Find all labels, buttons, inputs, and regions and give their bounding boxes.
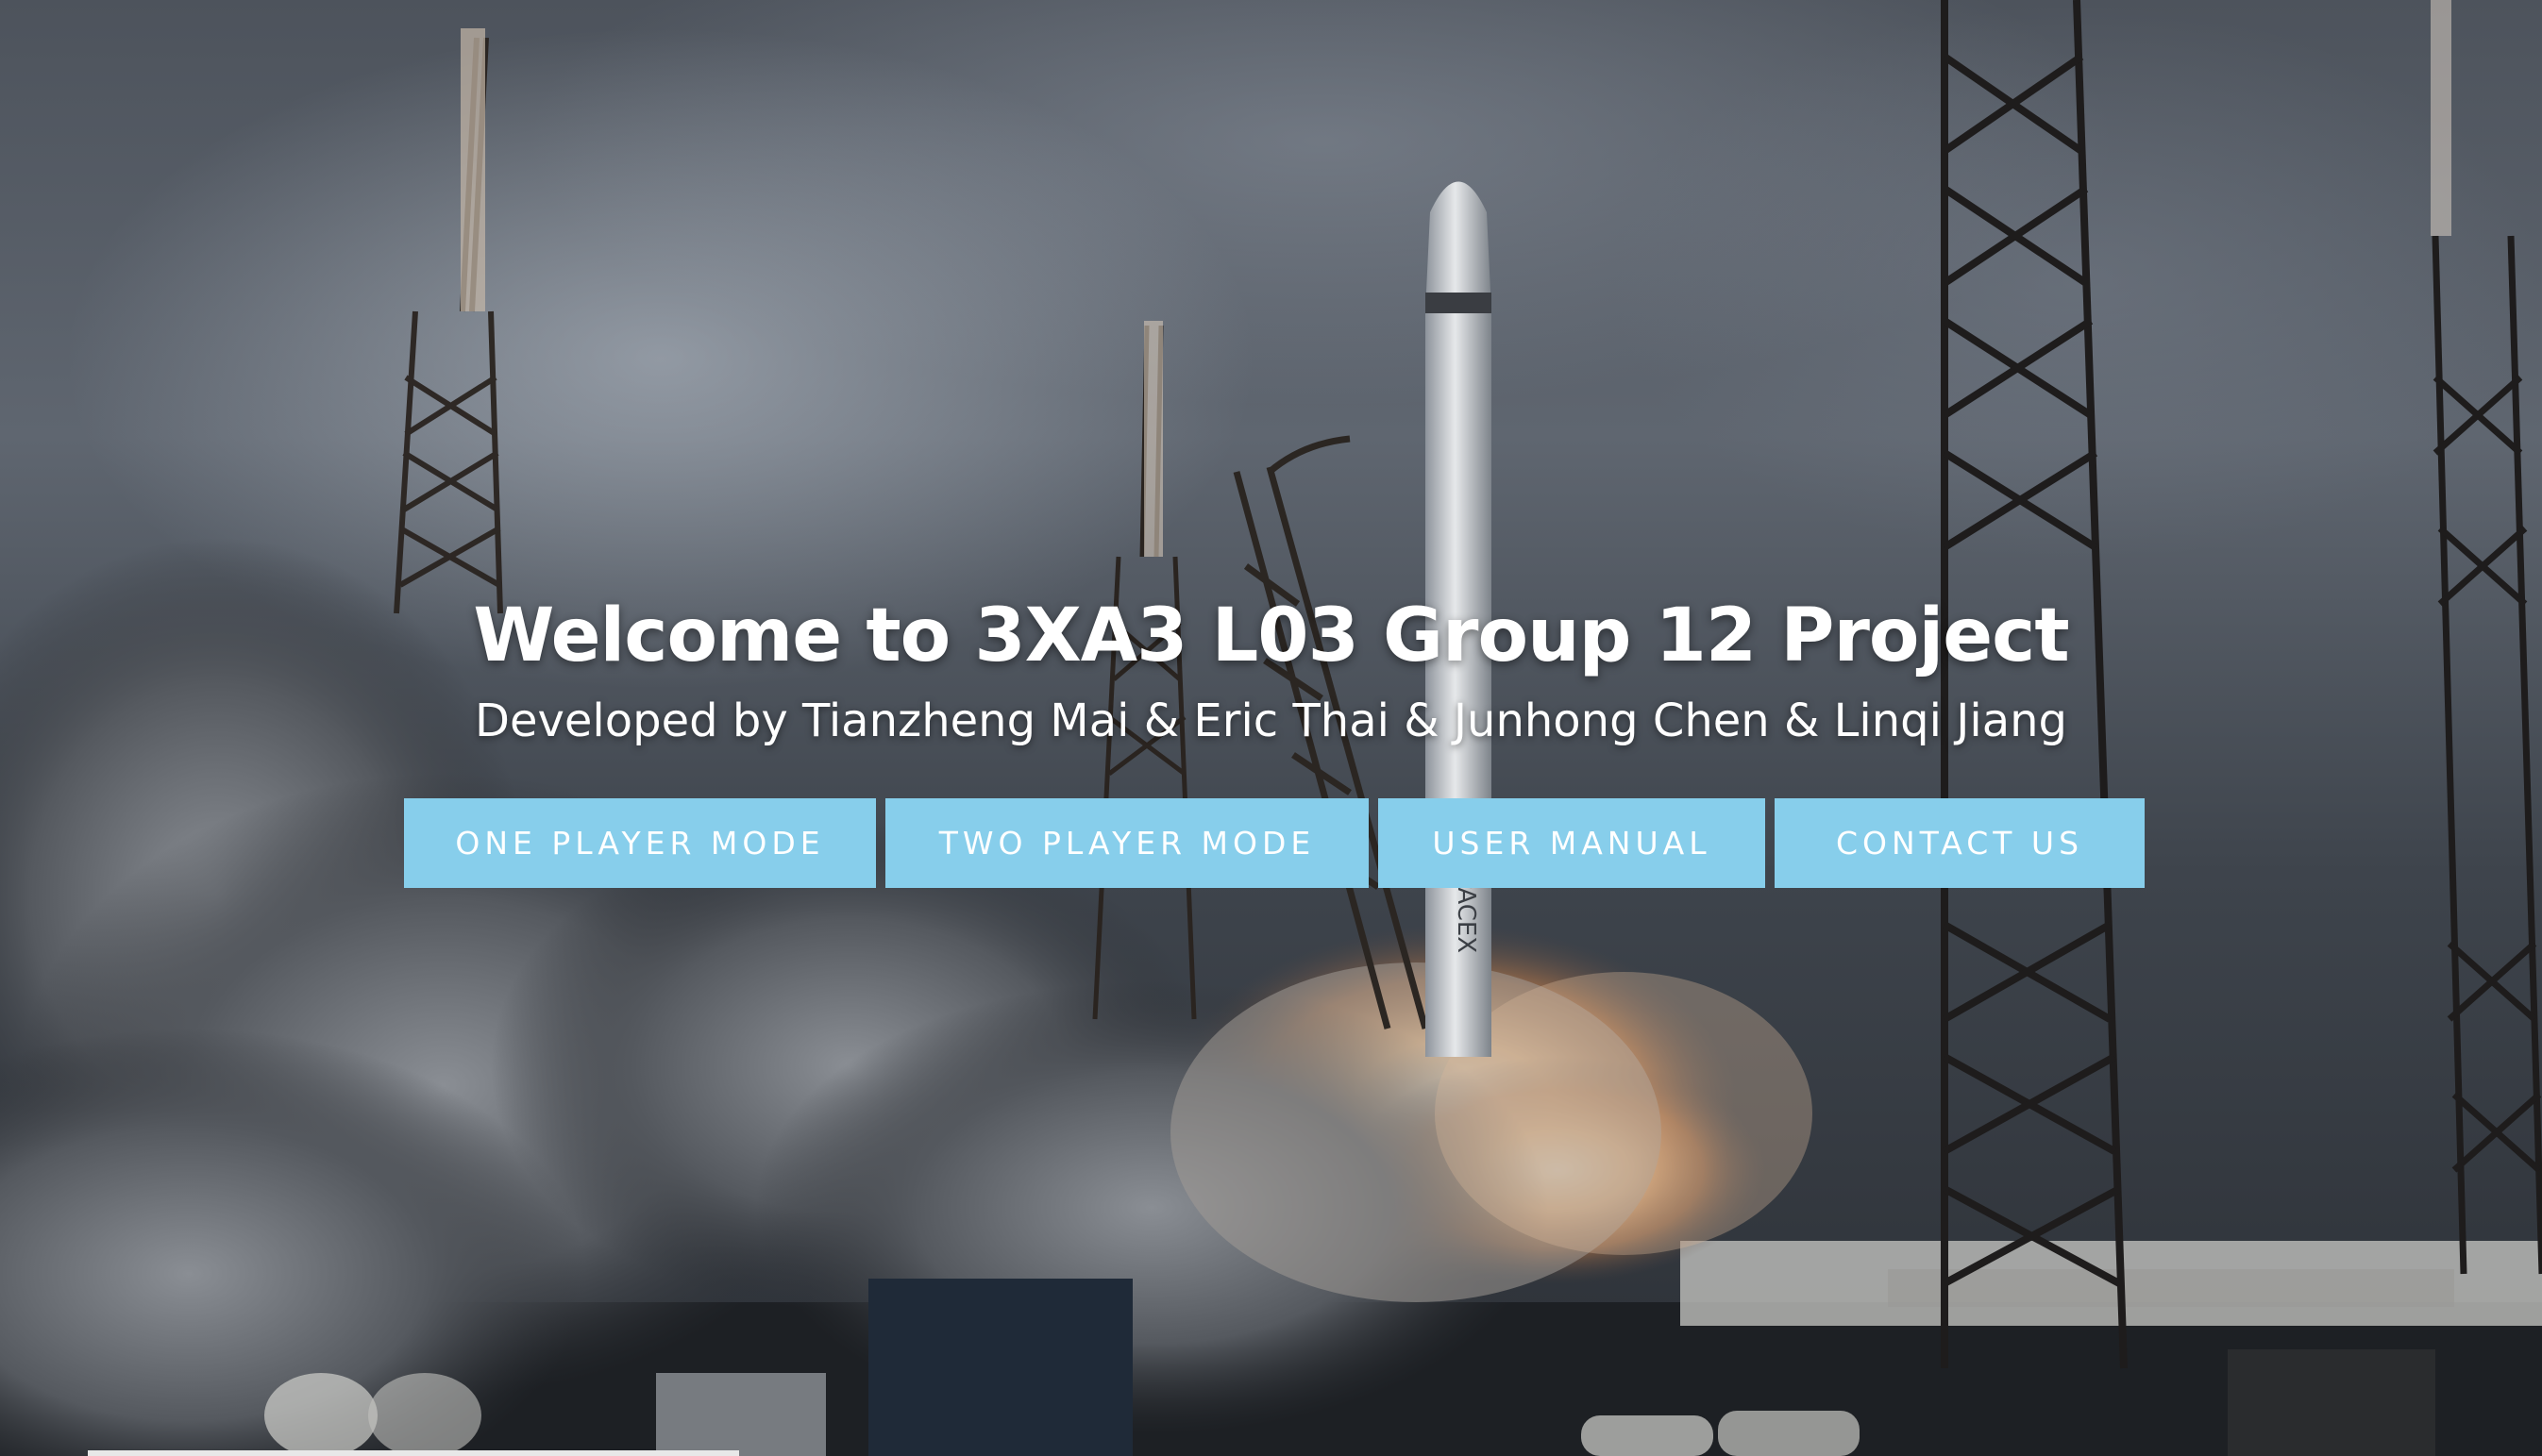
hero-section: Welcome to 3XA3 L03 Group 12 Project Dev… (0, 593, 2542, 749)
scroll-indicator (88, 1450, 739, 1456)
one-player-mode-button[interactable]: ONE PLAYER MODE (404, 798, 876, 888)
page-subtitle: Developed by Tianzheng Mai & Eric Thai &… (474, 695, 2068, 747)
page-title: Welcome to 3XA3 L03 Group 12 Project (473, 594, 2069, 678)
user-manual-button[interactable]: USER MANUAL (1378, 798, 1765, 888)
two-player-mode-button[interactable]: TWO PLAYER MODE (885, 798, 1369, 888)
contact-us-button[interactable]: CONTACT US (1775, 798, 2145, 888)
